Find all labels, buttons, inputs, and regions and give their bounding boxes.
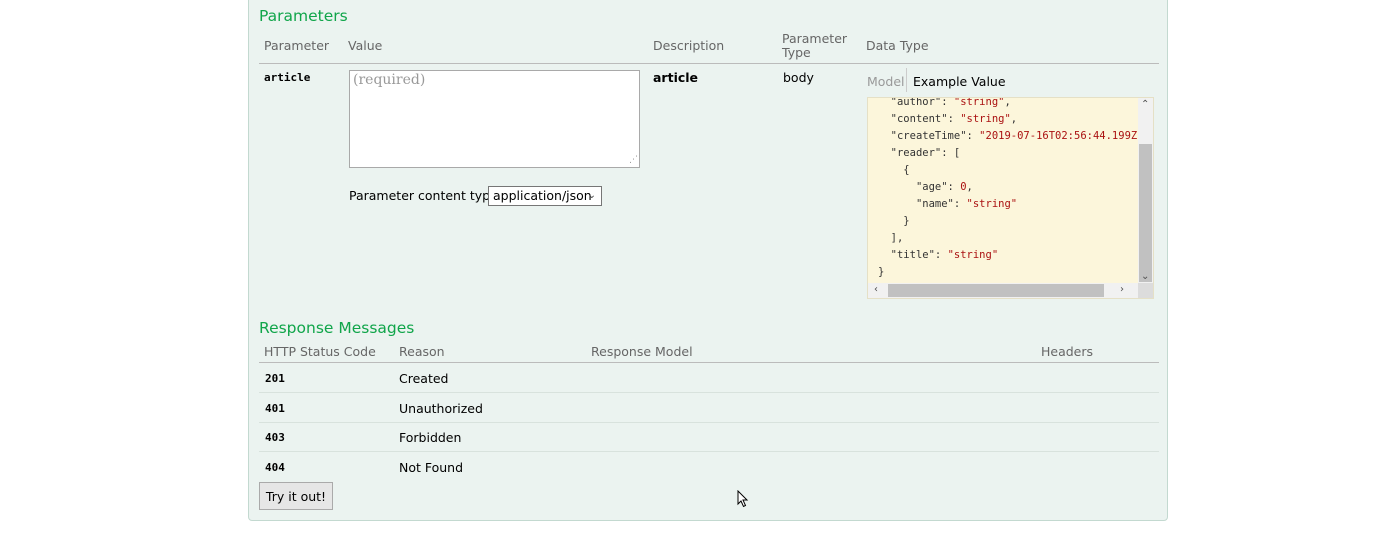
header-value: Value: [348, 38, 383, 53]
row-divider: [259, 392, 1159, 393]
scroll-left-icon[interactable]: ‹: [874, 285, 878, 295]
responses-header-divider: [259, 362, 1159, 363]
code-line: }: [878, 215, 910, 227]
horizontal-scrollbar[interactable]: ‹ ›: [868, 283, 1138, 298]
tab-example-value[interactable]: Example Value: [913, 74, 1006, 89]
horizontal-scroll-thumb[interactable]: [888, 284, 1104, 297]
content-type-label: Parameter content type:: [349, 188, 502, 203]
header-parameter-type: Parameter Type: [782, 32, 847, 60]
code-line: "author": "string",: [890, 97, 1011, 108]
status-code: 401: [265, 402, 285, 415]
header-parameter: Parameter: [264, 38, 330, 53]
header-description: Description: [653, 38, 725, 53]
parameters-title: Parameters: [259, 7, 348, 25]
content-type-select[interactable]: application/json ⌄: [488, 186, 602, 206]
parameter-name: article: [264, 71, 311, 84]
status-code: 404: [265, 461, 285, 474]
header-headers: Headers: [1041, 344, 1094, 359]
vertical-scroll-thumb[interactable]: [1139, 144, 1152, 282]
header-response-model: Response Model: [591, 344, 693, 359]
code-line: "title": "string": [890, 249, 999, 261]
code-line: }: [878, 266, 885, 278]
header-data-type: Data Type: [866, 38, 929, 53]
try-it-out-button[interactable]: Try it out!: [259, 482, 333, 510]
parameter-type-value: body: [783, 70, 814, 85]
status-code: 403: [265, 431, 285, 444]
scroll-up-icon[interactable]: ⌃: [1141, 100, 1149, 110]
row-divider: [259, 451, 1159, 452]
header-parameter-type-line1: Parameter: [782, 31, 848, 46]
status-reason: Unauthorized: [399, 401, 483, 416]
parameters-header-divider: [259, 63, 1159, 64]
scroll-right-icon[interactable]: ›: [1120, 285, 1124, 295]
operation-panel: Parameters Parameter Value Description P…: [248, 0, 1168, 521]
tab-model[interactable]: Model: [867, 74, 905, 89]
code-line: "content": "string",: [890, 113, 1018, 125]
parameter-description: article: [653, 70, 699, 85]
example-value-code[interactable]: "author": "string", "content": "string",…: [867, 97, 1154, 299]
header-http-status-code: HTTP Status Code: [264, 344, 376, 359]
article-value-input[interactable]: [349, 70, 640, 168]
code-line: {: [878, 164, 910, 176]
code-line: "age": 0,: [915, 181, 973, 193]
chevron-down-icon: ⌄: [587, 190, 596, 201]
status-reason: Created: [399, 371, 449, 386]
header-reason: Reason: [399, 344, 445, 359]
status-reason: Not Found: [399, 460, 464, 475]
resize-grip-icon[interactable]: ⋰: [629, 156, 638, 165]
code-line: "createTime": "2019-07-16T02:56:44.199Z: [890, 130, 1138, 142]
vertical-scrollbar[interactable]: ⌃ ⌄: [1138, 98, 1153, 284]
scroll-down-icon[interactable]: ⌄: [1141, 272, 1149, 282]
status-reason: Forbidden: [399, 430, 462, 445]
code-line: ],: [878, 232, 904, 244]
content-type-selected: application/json: [493, 188, 592, 203]
status-code: 201: [265, 372, 285, 385]
code-line: "reader": [: [890, 147, 961, 159]
code-line: "name": "string": [915, 198, 1018, 210]
example-json-text: "author": "string", "content": "string",…: [878, 97, 1138, 281]
scrollbar-corner: [1138, 283, 1153, 298]
response-messages-title: Response Messages: [259, 319, 415, 337]
row-divider: [259, 422, 1159, 423]
header-parameter-type-line2: Type: [782, 45, 811, 60]
tab-divider: [906, 68, 907, 92]
mouse-cursor-icon: [737, 490, 749, 508]
